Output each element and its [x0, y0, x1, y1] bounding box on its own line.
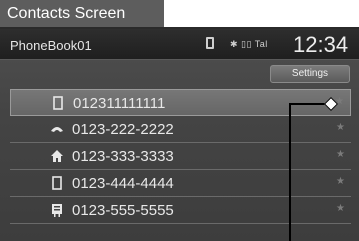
signal-indicators: ✱ ▯▯ Tal	[230, 39, 268, 49]
mobile-phone-icon	[50, 176, 64, 190]
settings-button[interactable]: Settings	[270, 65, 350, 83]
mobile-phone-icon	[51, 96, 65, 110]
contacts-screen: PhoneBook01 ✱ ▯▯ Tal 12:34 Settings 0123…	[0, 27, 359, 241]
contact-row-3[interactable]: 0123-333-3333 ★	[10, 143, 351, 170]
office-building-icon	[50, 203, 64, 217]
house-icon	[50, 149, 64, 163]
phone-number: 0123-222-2222	[72, 121, 174, 138]
phone-number: 012311111111	[73, 95, 166, 112]
phone-number: 0123-333-3333	[72, 148, 174, 165]
phone-number: 0123-444-4444	[72, 175, 174, 192]
phone-status-icon	[206, 37, 214, 49]
home-phone-icon	[50, 122, 64, 136]
callout-line	[289, 104, 291, 241]
contact-row-2[interactable]: 0123-222-2222 ★	[10, 116, 351, 143]
device-name: PhoneBook01	[10, 38, 92, 53]
page-title: Contacts Screen	[0, 0, 164, 27]
contact-number-list: 012311111111 ★ 0123-222-2222 ★ 0123-333-…	[10, 89, 351, 224]
star-icon: ★	[336, 176, 345, 187]
status-bar: PhoneBook01 ✱ ▯▯ Tal 12:34	[0, 29, 359, 60]
star-icon: ★	[336, 149, 345, 160]
star-icon: ★	[336, 203, 345, 214]
phone-number: 0123-555-5555	[72, 202, 174, 219]
contact-row-5[interactable]: 0123-555-5555 ★	[10, 197, 351, 224]
contact-row-4[interactable]: 0123-444-4444 ★	[10, 170, 351, 197]
clock: 12:34	[293, 32, 349, 57]
star-icon: ★	[336, 122, 345, 133]
